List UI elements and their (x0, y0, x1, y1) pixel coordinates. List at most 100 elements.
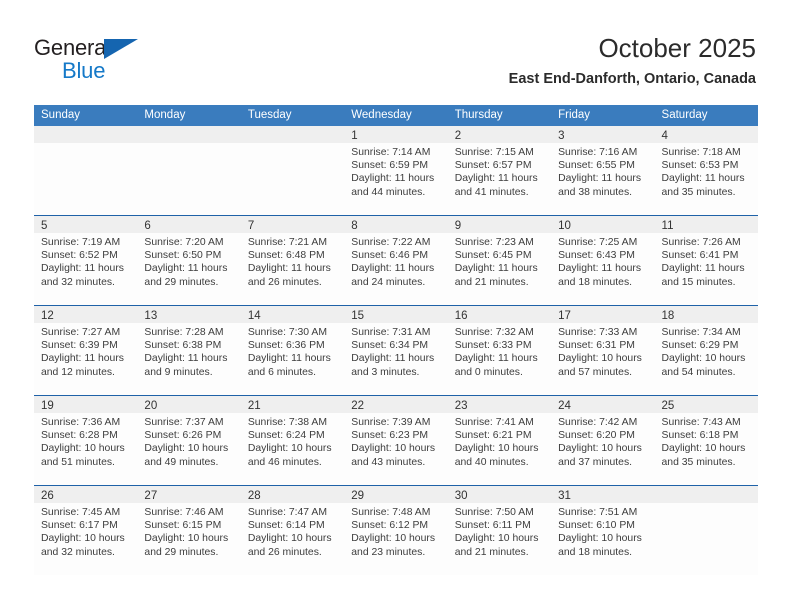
daylight-text-cont: and 18 minutes. (558, 276, 633, 288)
day-number: 17 (558, 310, 571, 322)
day-number-strip: 31 (551, 486, 655, 503)
sunrise-text: Sunrise: 7:25 AM (558, 237, 638, 248)
daylight-text-cont: and 0 minutes. (454, 366, 523, 378)
sunrise-text: Sunrise: 7:38 AM (247, 417, 327, 428)
logo-text-blue: Blue (62, 58, 106, 83)
weekday-header-wednesday: Wednesday (351, 109, 412, 121)
sunrise-text: Sunrise: 7:33 AM (558, 327, 638, 338)
sunrise-text: Sunrise: 7:32 AM (454, 327, 534, 338)
day-cell[interactable]: 19 Sunrise: 7:36 AM Sunset: 6:28 PM Dayligh… (34, 396, 138, 485)
daylight-text-cont: and 40 minutes. (454, 456, 529, 468)
day-cell[interactable]: 1 Sunrise: 7:14 AM Sunset: 6:59 PM Daylight… (344, 126, 448, 215)
daylight-text: Daylight: 11 hours (454, 263, 538, 275)
sunrise-text: Sunrise: 7:22 AM (351, 237, 431, 248)
day-cell[interactable]: 17 Sunrise: 7:33 AM Sunset: 6:31 PM Dayligh… (551, 306, 655, 395)
daylight-text-cont: and 26 minutes. (247, 546, 322, 558)
day-cell[interactable]: 4 Sunrise: 7:18 AM Sunset: 6:53 PM Daylight… (654, 126, 758, 215)
day-cell[interactable]: 14 Sunrise: 7:30 AM Sunset: 6:36 PM Dayligh… (240, 306, 345, 395)
day-number-strip: 27 (137, 486, 241, 503)
daylight-text-cont: and 49 minutes. (144, 456, 219, 468)
sunset-text: Sunset: 6:59 PM (351, 160, 429, 172)
daylight-text-cont: and 9 minutes. (144, 366, 213, 378)
daylight-text: Daylight: 10 hours (41, 533, 125, 545)
day-number: 30 (454, 490, 468, 502)
day-details: Sunrise: 7:39 AM Sunset: 6:23 PM Daylight:… (344, 413, 447, 469)
day-cell[interactable]: 16 Sunrise: 7:32 AM Sunset: 6:33 PM Dayligh… (447, 306, 552, 395)
daylight-text: Daylight: 10 hours (558, 533, 642, 545)
day-cell[interactable]: 3 Sunrise: 7:16 AM Sunset: 6:55 PM Daylight… (551, 126, 655, 215)
day-number-strip: 7 (240, 216, 345, 233)
sunset-text: Sunset: 6:21 PM (454, 430, 532, 442)
day-number-strip (34, 126, 138, 143)
day-cell[interactable]: 5 Sunrise: 7:19 AM Sunset: 6:52 PM Daylight… (34, 216, 138, 305)
sunrise-text: Sunrise: 7:21 AM (247, 237, 327, 248)
sunrise-text: Sunrise: 7:26 AM (661, 237, 741, 248)
daylight-text: Daylight: 10 hours (247, 533, 332, 545)
day-details: Sunrise: 7:51 AM Sunset: 6:10 PM Daylight:… (551, 503, 654, 559)
generalblue-logo[interactable]: General Blue (34, 36, 184, 84)
sunset-text: Sunset: 6:12 PM (351, 520, 429, 532)
day-number: 24 (558, 400, 571, 412)
day-details: Sunrise: 7:31 AM Sunset: 6:34 PM Daylight:… (344, 323, 447, 379)
sunrise-text: Sunrise: 7:43 AM (661, 417, 741, 428)
day-cell[interactable]: 22 Sunrise: 7:39 AM Sunset: 6:23 PM Dayligh… (344, 396, 448, 485)
day-cell[interactable]: 21 Sunrise: 7:38 AM Sunset: 6:24 PM Dayligh… (240, 396, 345, 485)
masthead: General Blue October 2025 East End-Danfo… (0, 0, 792, 104)
daylight-text: Daylight: 10 hours (558, 353, 642, 365)
day-details: Sunrise: 7:28 AM Sunset: 6:38 PM Daylight:… (137, 323, 240, 379)
day-cell[interactable]: 6 Sunrise: 7:20 AM Sunset: 6:50 PM Daylight… (137, 216, 241, 305)
daylight-text-cont: and 18 minutes. (558, 546, 633, 558)
sunset-text: Sunset: 6:48 PM (247, 250, 325, 262)
daylight-text: Daylight: 11 hours (454, 353, 538, 365)
day-cell[interactable]: 8 Sunrise: 7:22 AM Sunset: 6:46 PM Daylight… (344, 216, 448, 305)
day-cell[interactable]: 20 Sunrise: 7:37 AM Sunset: 6:26 PM Dayligh… (137, 396, 241, 485)
day-cell[interactable]: 9 Sunrise: 7:23 AM Sunset: 6:45 PM Daylight… (447, 216, 552, 305)
sunset-text: Sunset: 6:45 PM (454, 250, 532, 262)
day-cell[interactable]: 12 Sunrise: 7:27 AM Sunset: 6:39 PM Dayligh… (34, 306, 138, 395)
sunset-text: Sunset: 6:53 PM (661, 160, 739, 172)
day-number-strip: 4 (654, 126, 758, 143)
day-details: Sunrise: 7:47 AM Sunset: 6:14 PM Daylight:… (241, 503, 344, 559)
day-cell[interactable]: 27 Sunrise: 7:46 AM Sunset: 6:15 PM Dayligh… (137, 486, 241, 575)
day-number-strip: 19 (34, 396, 138, 413)
day-cell[interactable]: 26 Sunrise: 7:45 AM Sunset: 6:17 PM Dayligh… (34, 486, 138, 575)
day-details: Sunrise: 7:21 AM Sunset: 6:48 PM Daylight:… (241, 233, 344, 289)
sunset-text: Sunset: 6:50 PM (144, 250, 222, 262)
day-cell[interactable]: 29 Sunrise: 7:48 AM Sunset: 6:12 PM Dayligh… (344, 486, 448, 575)
day-cell[interactable]: 13 Sunrise: 7:28 AM Sunset: 6:38 PM Dayligh… (137, 306, 241, 395)
day-number: 3 (558, 130, 565, 142)
day-cell[interactable]: 18 Sunrise: 7:34 AM Sunset: 6:29 PM Dayligh… (654, 306, 758, 395)
day-number: 16 (454, 310, 468, 322)
day-cell[interactable]: 31 Sunrise: 7:51 AM Sunset: 6:10 PM Dayligh… (551, 486, 655, 575)
calendar-week-row: 26 Sunrise: 7:45 AM Sunset: 6:17 PM Dayligh… (34, 485, 758, 575)
day-details: Sunrise: 7:25 AM Sunset: 6:43 PM Daylight:… (551, 233, 654, 289)
day-cell[interactable]: 30 Sunrise: 7:50 AM Sunset: 6:11 PM Dayligh… (447, 486, 552, 575)
daylight-text: Daylight: 10 hours (144, 443, 229, 455)
daylight-text: Daylight: 11 hours (41, 353, 124, 365)
weekday-header-saturday: Saturday (661, 109, 708, 121)
day-cell[interactable]: 11 Sunrise: 7:26 AM Sunset: 6:41 PM Dayligh… (654, 216, 758, 305)
daylight-text-cont: and 3 minutes. (351, 366, 420, 378)
day-cell[interactable]: 7 Sunrise: 7:21 AM Sunset: 6:48 PM Daylight… (240, 216, 345, 305)
day-cell[interactable]: 15 Sunrise: 7:31 AM Sunset: 6:34 PM Dayligh… (344, 306, 448, 395)
day-cell-empty (654, 486, 758, 575)
daylight-text: Daylight: 11 hours (41, 263, 124, 275)
day-cell[interactable]: 24 Sunrise: 7:42 AM Sunset: 6:20 PM Dayligh… (551, 396, 655, 485)
day-details: Sunrise: 7:43 AM Sunset: 6:18 PM Daylight:… (655, 413, 758, 469)
day-number-strip: 21 (240, 396, 345, 413)
daylight-text: Daylight: 10 hours (351, 443, 436, 455)
day-cell[interactable]: 2 Sunrise: 7:15 AM Sunset: 6:57 PM Daylight… (447, 126, 552, 215)
day-cell[interactable]: 23 Sunrise: 7:41 AM Sunset: 6:21 PM Dayligh… (447, 396, 552, 485)
day-cell[interactable]: 28 Sunrise: 7:47 AM Sunset: 6:14 PM Dayligh… (240, 486, 345, 575)
calendar-grid: Sunday Monday Tuesday Wednesday Thursday… (34, 105, 758, 575)
day-number: 25 (661, 400, 675, 412)
sunrise-text: Sunrise: 7:14 AM (351, 147, 431, 158)
day-number: 7 (247, 220, 255, 232)
daylight-text-cont: and 23 minutes. (351, 546, 426, 558)
day-cell[interactable]: 25 Sunrise: 7:43 AM Sunset: 6:18 PM Dayligh… (654, 396, 758, 485)
day-number: 6 (144, 220, 151, 232)
day-cell[interactable]: 10 Sunrise: 7:25 AM Sunset: 6:43 PM Dayligh… (551, 216, 655, 305)
day-number: 8 (351, 220, 358, 232)
day-number-strip: 10 (551, 216, 655, 233)
day-number-strip: 30 (447, 486, 552, 503)
